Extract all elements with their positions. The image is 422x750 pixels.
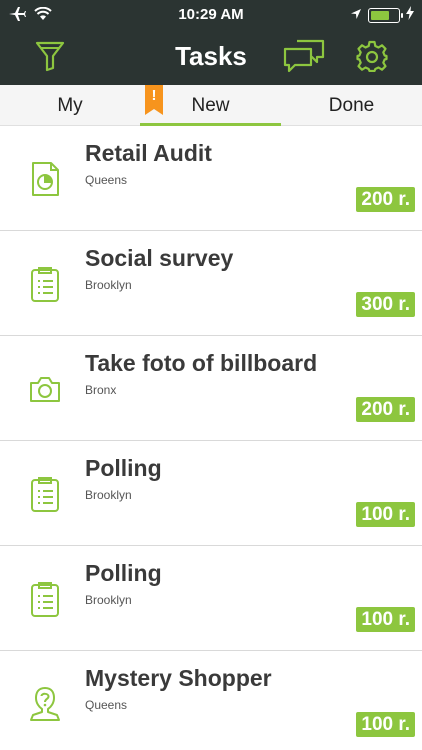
battery-icon xyxy=(368,7,403,23)
task-list: Retail Audit Queens 200 r. Social survey… xyxy=(0,126,422,750)
camera-icon xyxy=(28,370,62,408)
task-price-badge: 200 r. xyxy=(356,397,415,422)
charging-bolt-icon xyxy=(406,6,414,24)
task-row[interactable]: Retail Audit Queens 200 r. xyxy=(0,126,422,231)
task-price-badge: 100 r. xyxy=(356,712,415,737)
task-title: Social survey xyxy=(85,245,234,271)
status-right xyxy=(350,6,414,24)
task-price-badge: 100 r. xyxy=(356,607,415,632)
status-bar: 10:29 AM xyxy=(0,0,422,30)
clipboard-icon xyxy=(28,475,62,513)
messages-button[interactable] xyxy=(282,38,326,78)
tab-bar: My ! New Done xyxy=(0,85,422,127)
task-row[interactable]: Social survey Brooklyn 300 r. xyxy=(0,231,422,336)
task-title: Mystery Shopper xyxy=(85,665,272,691)
task-location: Brooklyn xyxy=(85,278,132,292)
nav-bar: Tasks xyxy=(0,30,422,85)
task-location: Brooklyn xyxy=(85,488,132,502)
task-title: Take foto of billboard xyxy=(85,350,318,376)
clipboard-icon xyxy=(28,580,62,618)
tab-done[interactable]: Done xyxy=(281,85,422,126)
task-row[interactable]: Mystery Shopper Queens 100 r. xyxy=(0,651,422,750)
task-row[interactable]: Polling Brooklyn 100 r. xyxy=(0,441,422,546)
task-title: Polling xyxy=(85,455,162,481)
mystery-person-icon xyxy=(28,685,62,723)
task-location: Queens xyxy=(85,698,128,712)
task-title: Polling xyxy=(85,560,162,586)
task-row[interactable]: Polling Brooklyn 100 r. xyxy=(0,546,422,651)
tab-my[interactable]: My xyxy=(0,85,140,126)
tab-new[interactable]: ! New xyxy=(140,85,281,127)
task-location: Queens xyxy=(85,173,128,187)
task-price-badge: 100 r. xyxy=(356,502,415,527)
chat-icon xyxy=(283,39,325,78)
clipboard-icon xyxy=(28,265,62,303)
new-alert-badge: ! xyxy=(145,85,163,115)
tab-new-label: New xyxy=(191,94,230,116)
settings-button[interactable] xyxy=(352,38,392,78)
tab-my-label: My xyxy=(57,94,83,116)
report-icon xyxy=(28,160,62,198)
task-price-badge: 300 r. xyxy=(356,292,415,317)
task-location: Bronx xyxy=(85,383,117,397)
gear-icon xyxy=(356,40,388,77)
location-arrow-icon xyxy=(350,7,362,24)
tab-done-label: Done xyxy=(328,94,375,116)
task-row[interactable]: Take foto of billboard Bronx 200 r. xyxy=(0,336,422,441)
task-title: Retail Audit xyxy=(85,140,212,166)
task-price-badge: 200 r. xyxy=(356,187,415,212)
task-location: Brooklyn xyxy=(85,593,132,607)
